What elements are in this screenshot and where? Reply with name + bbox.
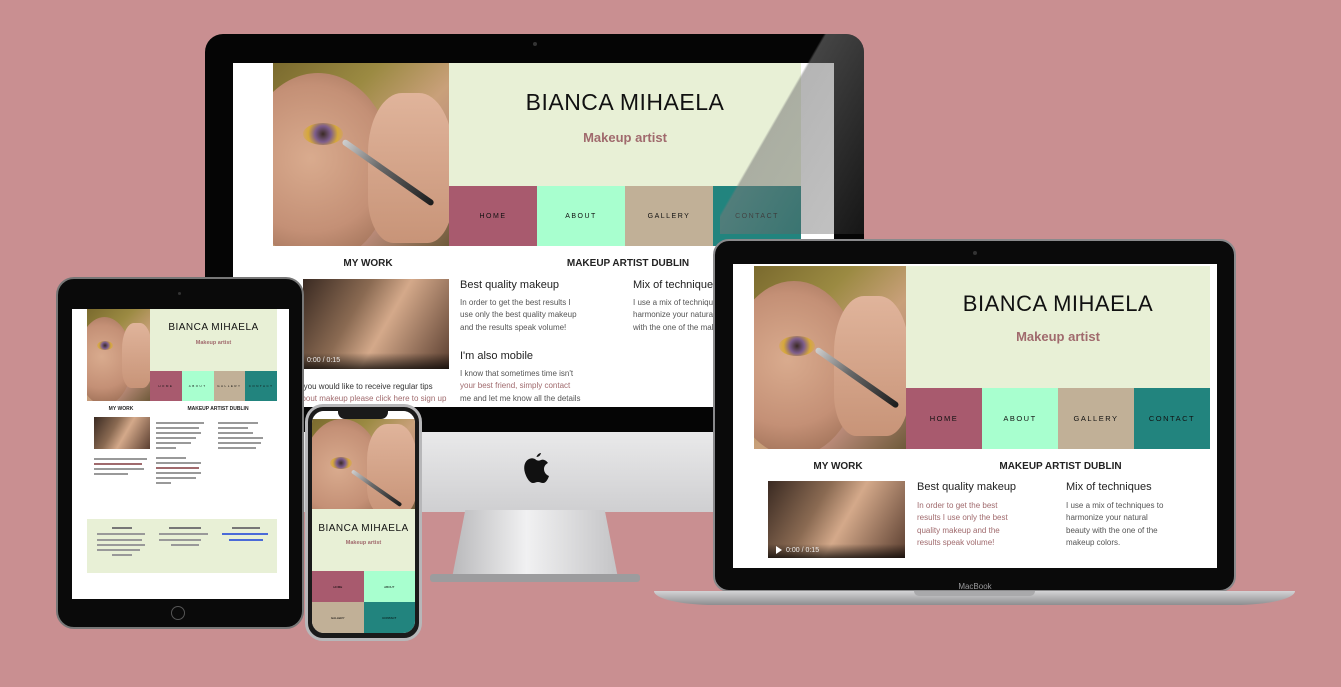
my-work-heading: MY WORK xyxy=(343,258,393,269)
tablet-text-3 xyxy=(218,419,268,452)
nav-gallery[interactable]: GALLERY xyxy=(312,602,364,633)
dublin-heading: MAKEUP ARTIST DUBLIN xyxy=(566,258,690,269)
work-video[interactable]: 0:00 / 0:15 xyxy=(303,279,449,369)
imac-stand-foot xyxy=(430,574,640,582)
my-work-heading: MY WORK xyxy=(813,461,863,472)
video-time: 0:00 / 0:15 xyxy=(786,547,820,554)
tablet-text-2 xyxy=(156,419,206,487)
header-banner: BIANCA MIHAELA Makeup artist xyxy=(312,509,415,571)
tablet-text-1 xyxy=(94,455,150,478)
main-nav: HOME ABOUT GALLERY CONTACT xyxy=(312,571,415,633)
mobile-text: I know that sometimes time isn't your be… xyxy=(460,369,581,403)
imac-stand xyxy=(452,510,618,578)
quality-text: In order to get the best results I use o… xyxy=(917,501,1008,548)
iphone-screen: BIANCA MIHAELA Makeup artist HOME ABOUT … xyxy=(312,411,415,633)
laptop-camera xyxy=(973,251,977,255)
hero-image xyxy=(312,419,415,509)
nav-gallery[interactable]: GALLERY xyxy=(625,186,713,246)
header-banner: BIANCA MIHAELA Makeup artist xyxy=(150,309,277,371)
hero-image xyxy=(87,309,150,401)
main-nav: HOME ABOUT GALLERY CONTACT xyxy=(150,371,277,401)
hero-image xyxy=(754,266,906,449)
nav-gallery[interactable]: GALLERY xyxy=(1058,388,1134,449)
ipad-screen: BIANCA MIHAELA Makeup artist HOME ABOUT … xyxy=(72,309,289,599)
monitor-glare xyxy=(720,34,864,234)
apple-logo-icon xyxy=(524,453,549,483)
nav-home[interactable]: HOME xyxy=(150,371,182,401)
site-title: BIANCA MIHAELA xyxy=(962,291,1154,316)
work-video[interactable]: 0:00 / 0:15 xyxy=(768,481,905,558)
nav-gallery[interactable]: GALLERY xyxy=(213,371,246,401)
nav-about[interactable]: ABOUT xyxy=(537,186,625,246)
tablet-home-button[interactable] xyxy=(171,606,185,620)
tips-text: If you would like to receive regular tip… xyxy=(297,382,447,404)
video-time: 0:00 / 0:15 xyxy=(307,357,341,364)
site-title: BIANCA MIHAELA xyxy=(318,523,409,534)
nav-about[interactable]: ABOUT xyxy=(181,371,214,401)
mobile-title: I'm also mobile xyxy=(460,350,534,362)
site-tagline: Makeup artist xyxy=(195,340,232,346)
site-tagline: Makeup artist xyxy=(345,540,382,546)
nav-home[interactable]: HOME xyxy=(312,571,364,602)
dublin-heading: MAKEUP ARTIST DUBLIN xyxy=(999,461,1122,472)
quality-text: In order to get the best results I use o… xyxy=(460,298,577,332)
quality-title: Best quality makeup xyxy=(917,481,1017,493)
mix-title: Mix of techniques xyxy=(1066,481,1152,493)
site-title: BIANCA MIHAELA xyxy=(168,322,259,333)
tablet-footer xyxy=(87,519,277,573)
my-work-heading: MY WORK xyxy=(108,406,134,412)
nav-about[interactable]: ABOUT xyxy=(363,571,415,602)
play-icon[interactable] xyxy=(776,546,782,554)
monitor-camera xyxy=(533,42,537,46)
nav-contact[interactable]: CONTACT xyxy=(245,371,277,401)
nav-home[interactable]: HOME xyxy=(906,388,982,449)
macbook-label: MacBook xyxy=(958,582,992,591)
work-video[interactable] xyxy=(94,417,150,449)
nav-home[interactable]: HOME xyxy=(449,186,537,246)
macbook-screen: BIANCA MIHAELA Makeup artist HOME ABOUT … xyxy=(733,264,1217,568)
mix-title: Mix of techniques xyxy=(633,279,719,291)
nav-contact[interactable]: CONTACT xyxy=(363,602,415,633)
iphone-notch xyxy=(338,410,388,419)
dublin-heading: MAKEUP ARTIST DUBLIN xyxy=(187,406,249,412)
header-banner: BIANCA MIHAELA Makeup artist xyxy=(906,266,1210,388)
quality-title: Best quality makeup xyxy=(460,279,560,291)
site-tagline: Makeup artist xyxy=(1016,329,1100,344)
macbook-notch xyxy=(914,591,1035,596)
nav-contact[interactable]: CONTACT xyxy=(1134,388,1210,449)
mix-text: I use a mix of techniques to harmonize y… xyxy=(1066,501,1164,548)
hero-image xyxy=(273,63,449,246)
nav-about[interactable]: ABOUT xyxy=(982,388,1058,449)
tablet-camera xyxy=(178,292,181,295)
main-nav: HOME ABOUT GALLERY CONTACT xyxy=(906,388,1210,449)
